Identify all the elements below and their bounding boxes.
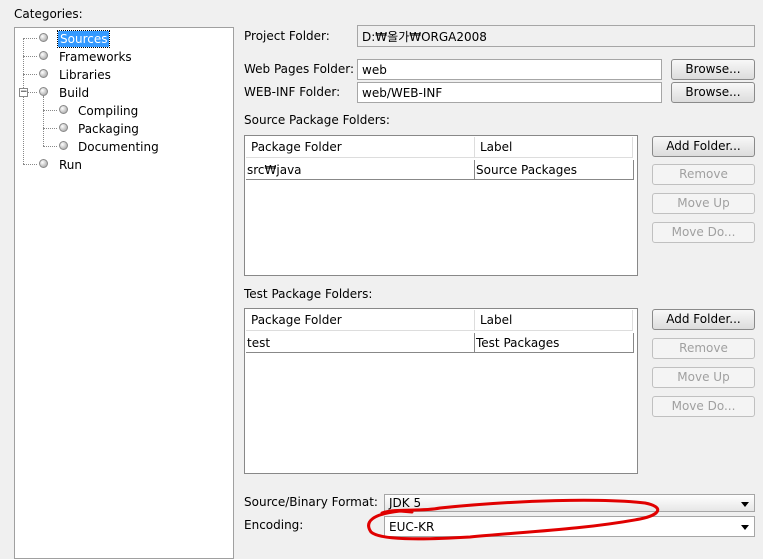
tree-item-libraries[interactable]: Libraries — [59, 67, 111, 83]
column-header-package-folder[interactable]: Package Folder — [246, 310, 475, 331]
move-up-source-folder-button[interactable]: Move Up — [652, 193, 755, 214]
node-icon — [39, 69, 48, 78]
tree-item-compiling[interactable]: Compiling — [78, 103, 138, 119]
column-header-label[interactable]: Label — [475, 310, 633, 331]
node-icon — [39, 159, 48, 168]
tree-item-run[interactable]: Run — [59, 157, 82, 173]
test-package-folders-label: Test Package Folders: — [244, 287, 373, 301]
categories-tree[interactable]: − Sources Frameworks Libraries Build Com… — [14, 27, 234, 559]
add-test-folder-button[interactable]: Add Folder... — [652, 309, 755, 330]
node-icon — [39, 51, 48, 60]
categories-label: Categories: — [14, 7, 83, 21]
table-cell[interactable]: Test Packages — [475, 333, 634, 353]
chevron-down-icon — [741, 502, 749, 507]
encoding-select[interactable]: EUC-KR — [384, 516, 755, 537]
node-icon — [59, 123, 68, 132]
tree-item-frameworks[interactable]: Frameworks — [59, 49, 132, 65]
test-packages-table[interactable]: Package Folder Label test Test Packages — [244, 308, 638, 474]
source-package-folders-label: Source Package Folders: — [244, 113, 390, 127]
collapse-icon[interactable]: − — [19, 88, 28, 97]
source-binary-format-select[interactable]: JDK 5 — [384, 494, 755, 512]
web-pages-folder-input[interactable]: web — [357, 59, 662, 80]
browse-web-inf-button[interactable]: Browse... — [671, 82, 755, 103]
tree-item-documenting[interactable]: Documenting — [78, 139, 159, 155]
node-icon — [59, 105, 68, 114]
source-binary-format-label: Source/Binary Format: — [244, 495, 378, 509]
column-header-label[interactable]: Label — [475, 137, 633, 158]
table-cell[interactable]: test — [246, 333, 475, 353]
project-folder-label: Project Folder: — [244, 29, 330, 43]
move-up-test-folder-button[interactable]: Move Up — [652, 367, 755, 388]
source-binary-format-value: JDK 5 — [389, 496, 422, 510]
web-inf-folder-label: WEB-INF Folder: — [244, 85, 341, 99]
move-down-source-folder-button[interactable]: Move Do... — [652, 222, 755, 243]
remove-test-folder-button[interactable]: Remove — [652, 338, 755, 359]
node-icon — [39, 87, 48, 96]
web-inf-folder-input[interactable]: web/WEB-INF — [357, 82, 662, 103]
chevron-down-icon — [741, 525, 749, 530]
add-source-folder-button[interactable]: Add Folder... — [652, 136, 755, 157]
table-cell[interactable]: src₩java — [246, 160, 475, 180]
browse-web-pages-button[interactable]: Browse... — [671, 59, 755, 80]
web-pages-folder-label: Web Pages Folder: — [244, 62, 355, 76]
remove-source-folder-button[interactable]: Remove — [652, 164, 755, 185]
tree-item-build[interactable]: Build — [59, 85, 89, 101]
tree-item-sources[interactable]: Sources — [56, 30, 111, 48]
encoding-value: EUC-KR — [389, 520, 435, 534]
move-down-test-folder-button[interactable]: Move Do... — [652, 396, 755, 417]
column-header-package-folder[interactable]: Package Folder — [246, 137, 475, 158]
project-folder-field: D:₩올가₩ORGA2008 — [357, 25, 755, 47]
node-icon — [39, 33, 48, 42]
tree-item-packaging[interactable]: Packaging — [78, 121, 139, 137]
table-cell[interactable]: Source Packages — [475, 160, 634, 180]
node-icon — [59, 141, 68, 150]
source-packages-table[interactable]: Package Folder Label src₩java Source Pac… — [244, 135, 638, 276]
encoding-label: Encoding: — [244, 518, 304, 532]
